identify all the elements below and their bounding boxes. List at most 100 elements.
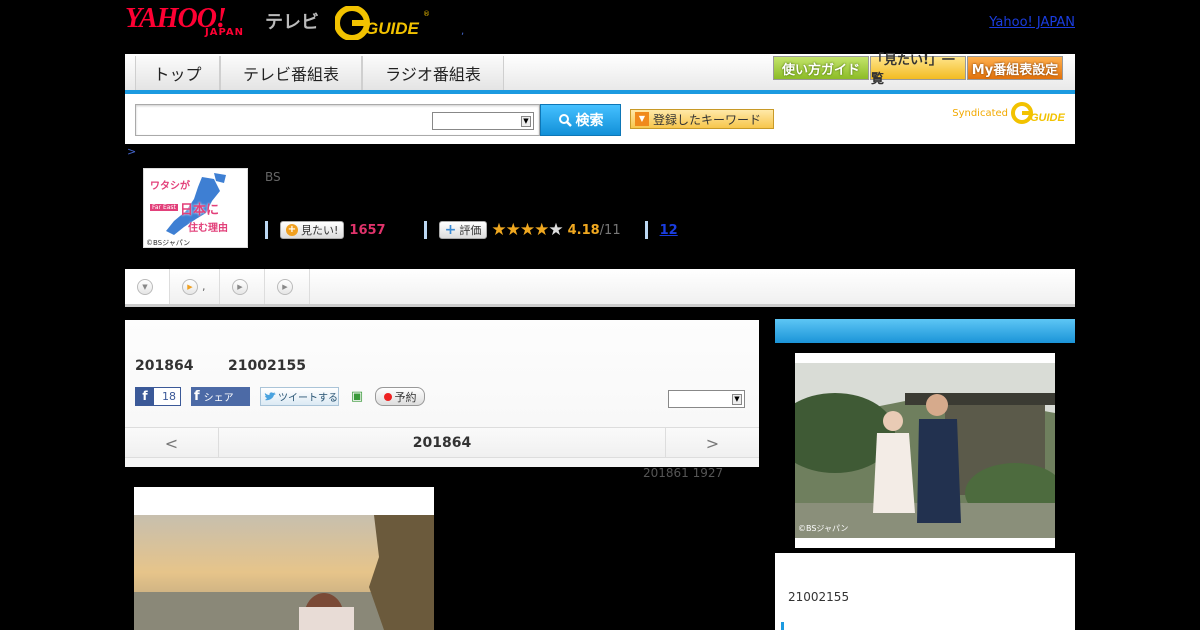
episode-photo — [134, 487, 434, 630]
hosts-in-garden-photo — [795, 353, 1055, 548]
tab-program-info-label: , — [202, 280, 206, 293]
play-icon: ▶ — [232, 278, 248, 295]
social-buttons: f 18 f シェア ツイートする ▣ 予約 — [135, 387, 425, 406]
plus-icon: + — [444, 222, 457, 238]
episode-select[interactable]: ▼ — [668, 390, 745, 408]
facebook-icon: f — [136, 388, 154, 405]
pager-prev-button[interactable]: < — [125, 428, 219, 458]
program-thumbnail[interactable]: ワタシが Far East 日本に 住む理由 ©BSジャパン — [143, 168, 248, 248]
syndicated-gguide-logo: Syndicated GUIDE — [952, 102, 1067, 124]
divider — [644, 221, 648, 239]
chevron-down-icon: ▼ — [137, 278, 153, 295]
star-icon: ★ — [534, 220, 549, 240]
episode-time: 21002155 — [228, 358, 306, 374]
right-panel: ©BSジャパン 21002155 — [775, 319, 1075, 630]
breadcrumb[interactable]: > — [127, 145, 136, 158]
right-panel-date: 21002155 — [788, 590, 850, 604]
global-nav: トップ テレビ番組表 ラジオ番組表 使い方ガイド 「見たい!」一覧 My番組表設… — [125, 53, 1075, 94]
star-empty-icon: ★ — [548, 220, 563, 240]
triangle-down-icon: ▼ — [635, 112, 649, 126]
site-header: YAHOO! JAPAN テレビ GUIDE ® , Yahoo! JAPAN — [125, 0, 1075, 54]
search-category-select[interactable]: ▼ — [432, 112, 534, 130]
photo-copyright: ©BSジャパン — [798, 524, 849, 533]
facebook-count-button[interactable]: f 18 — [135, 387, 181, 406]
tab-top[interactable]: トップ — [135, 56, 220, 90]
reviews-count-link[interactable]: 12 — [660, 223, 678, 238]
yahoo-japan-logo-text: JAPAN — [205, 27, 244, 38]
usage-guide-button[interactable]: 使い方ガイド — [773, 56, 869, 80]
tab-related[interactable]: ▶ — [265, 269, 310, 304]
search-button-label: 検索 — [575, 113, 604, 129]
facebook-count: 18 — [162, 390, 176, 403]
plus-icon: + — [286, 224, 298, 236]
star-icon: ★ — [519, 220, 535, 240]
gguide-small-logo: GUIDE — [1011, 102, 1066, 124]
tweet-button[interactable]: ツイートする — [260, 387, 339, 406]
svg-text:®: ® — [423, 10, 430, 18]
tab-tv-schedule[interactable]: テレビ番組表 — [220, 56, 362, 90]
thumb-title-1: ワタシが — [150, 181, 190, 192]
facebook-share-label: シェア — [203, 393, 234, 404]
thumb-copyright: ©BSジャパン — [146, 239, 191, 247]
divider — [265, 221, 268, 239]
hosts-photo[interactable]: ©BSジャパン — [795, 353, 1055, 548]
tab-reviews[interactable]: ▶ — [220, 269, 265, 304]
play-icon: ▶ — [182, 278, 198, 295]
program-stats: + 見たい! 1657 + 評価 ★★★★★ 4.18 /11 12 — [265, 219, 678, 241]
chevron-down-icon: ▼ — [521, 116, 531, 127]
facebook-share-button[interactable]: f シェア — [191, 387, 250, 406]
star-icon: ★ — [491, 220, 506, 240]
right-panel-header — [775, 319, 1075, 343]
add-calendar-icon[interactable]: ▣ — [349, 389, 365, 405]
search-button[interactable]: 検索 — [540, 104, 621, 136]
tweet-label: ツイートする — [278, 393, 338, 404]
mitai-button[interactable]: + 見たい! — [280, 221, 345, 239]
episode-date: 201864 — [135, 358, 194, 374]
registered-keywords-label: 登録したキーワード — [653, 112, 762, 127]
episode-panel: 201864 21002155 f 18 f シェア ツイートする ▣ 予約 ▼… — [125, 320, 759, 467]
header-dot: , — [461, 26, 465, 37]
reserve-button[interactable]: 予約 — [375, 387, 425, 406]
svg-text:GUIDE: GUIDE — [1030, 112, 1066, 124]
registered-keywords-button[interactable]: ▼ 登録したキーワード — [630, 109, 774, 129]
thumb-title-3: 住む理由 — [188, 223, 228, 234]
search-icon — [558, 114, 572, 127]
mitai-count: 1657 — [349, 222, 386, 238]
star-icon: ★ — [505, 220, 521, 240]
twitter-bird-icon — [264, 391, 276, 400]
right-panel-photo-frame: ©BSジャパン — [775, 343, 1075, 553]
reserve-label: 予約 — [394, 390, 417, 404]
mitai-list-button[interactable]: 「見たい!」一覧 — [870, 53, 966, 87]
play-icon: ▶ — [277, 278, 293, 295]
pager-current-date: 201864 — [412, 435, 472, 451]
section-marker — [781, 622, 784, 630]
channel-label: BS — [265, 170, 281, 184]
updated-timestamp: 201861 1927 — [643, 466, 724, 480]
program-tab-strip: ▼ ▶ , ▶ ▶ — [125, 269, 1075, 307]
syndicated-label: Syndicated — [952, 107, 1008, 119]
review-button[interactable]: + 評価 — [438, 221, 488, 239]
mitai-label: 見たい! — [301, 224, 339, 237]
tab-radio-schedule[interactable]: ラジオ番組表 — [362, 56, 504, 90]
rating-max: /11 — [599, 222, 621, 238]
thumb-tag: Far East — [150, 204, 178, 211]
divider — [423, 221, 427, 239]
lake-shore-photo — [134, 487, 434, 630]
chevron-down-icon: ▼ — [732, 394, 742, 405]
review-label: 評価 — [459, 224, 482, 237]
facebook-icon: f — [194, 389, 200, 404]
svg-text:GUIDE: GUIDE — [365, 19, 420, 38]
tv-logo-text[interactable]: テレビ — [265, 8, 319, 34]
tab-program-info[interactable]: ▶ , — [170, 269, 220, 304]
gguide-logo: GUIDE ® — [335, 6, 430, 40]
my-schedule-settings-button[interactable]: My番組表設定 — [967, 56, 1063, 80]
tab-broadcast-schedule[interactable]: ▼ — [125, 269, 170, 304]
thumb-title-2: 日本に — [180, 203, 220, 218]
yahoo-japan-link[interactable]: Yahoo! JAPAN — [989, 15, 1075, 30]
record-dot-icon — [383, 392, 392, 401]
rating-value: 4.18 — [567, 222, 600, 238]
search-bar: ▼ 検索 ▼ 登録したキーワード Syndicated GUIDE — [125, 94, 1075, 144]
episode-pager: < 201864 > — [125, 427, 759, 458]
pager-next-button[interactable]: > — [665, 428, 759, 458]
star-rating: ★★★★★ — [491, 220, 563, 240]
